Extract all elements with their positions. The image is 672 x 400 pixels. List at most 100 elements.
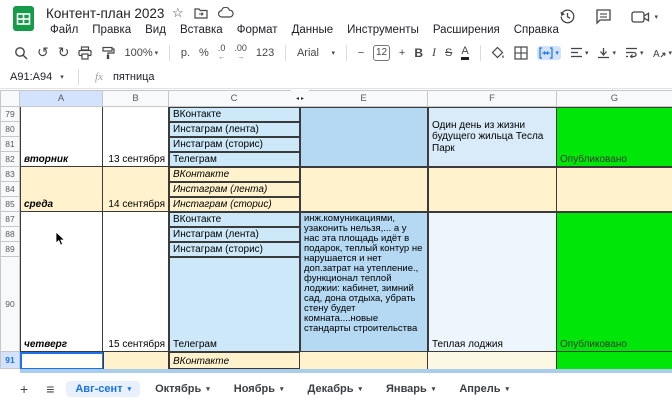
column-header-f[interactable]: F: [428, 90, 557, 107]
row-header[interactable]: 80: [0, 122, 20, 137]
print-icon[interactable]: [78, 45, 93, 60]
cell-date-wednesday[interactable]: 14 сентября: [103, 167, 169, 212]
cell-date-thursday[interactable]: 15 сентября: [103, 212, 169, 352]
column-header-b[interactable]: B: [103, 90, 169, 107]
cell-idea-thursday[interactable]: Теплая лоджия: [428, 212, 557, 352]
meet-dropdown-caret-icon[interactable]: ▾: [654, 13, 658, 21]
menu-view[interactable]: Вид: [139, 23, 172, 37]
row-header[interactable]: 79: [0, 107, 20, 122]
number-format-button[interactable]: 123: [256, 47, 274, 59]
name-box[interactable]: A91:A94 ▾: [0, 71, 76, 83]
menu-insert[interactable]: Вставка: [174, 23, 229, 37]
menu-tools[interactable]: Инструменты: [341, 23, 425, 37]
cell-g91[interactable]: [557, 352, 672, 369]
increase-font-size-button[interactable]: +: [399, 47, 405, 59]
cell-idea-wednesday[interactable]: [428, 167, 557, 212]
cell-channel[interactable]: Инстаграм (лента): [169, 122, 300, 137]
cell-channel[interactable]: Инстаграм (сторис): [169, 242, 300, 257]
cell-channel[interactable]: Инстаграм (сторис): [169, 137, 300, 152]
column-header-c[interactable]: C: [169, 90, 300, 107]
cell-status-tuesday[interactable]: Опубликовано: [557, 107, 672, 167]
decrease-decimal-button[interactable]: .0 ←: [218, 43, 226, 61]
bold-button[interactable]: B: [414, 46, 423, 60]
row-header[interactable]: 82: [0, 152, 20, 167]
row-header-selected[interactable]: 91: [0, 352, 20, 369]
menu-format[interactable]: Формат: [231, 23, 284, 37]
star-icon[interactable]: ☆: [172, 5, 184, 21]
all-sheets-icon[interactable]: ≡: [40, 381, 60, 397]
version-history-icon[interactable]: [559, 8, 576, 25]
font-family-selector[interactable]: Arial ▾: [297, 47, 335, 59]
horizontal-align-icon[interactable]: ▾: [570, 47, 588, 58]
cell-channel[interactable]: ВКонтакте: [169, 107, 300, 122]
add-sheet-icon[interactable]: +: [14, 381, 34, 397]
column-header-e[interactable]: E: [300, 90, 428, 107]
sheet-tab[interactable]: Ноябрь ▾: [225, 381, 293, 397]
row-header[interactable]: 85: [0, 197, 20, 212]
sheet-tab[interactable]: Апрель ▾: [450, 381, 518, 397]
redo-icon[interactable]: ↻: [58, 44, 70, 61]
strikethrough-button[interactable]: S: [445, 47, 452, 59]
hidden-column-d-indicator[interactable]: ◂ ▸: [291, 90, 309, 107]
cell-b91[interactable]: [103, 352, 169, 369]
cell-channel[interactable]: Инстаграм (лента): [169, 182, 300, 197]
decrease-font-size-button[interactable]: −: [358, 47, 364, 59]
column-header-g[interactable]: G: [557, 90, 672, 107]
cell-channel[interactable]: ВКонтакте: [169, 212, 300, 227]
cell-channel[interactable]: Телеграм: [169, 152, 300, 167]
cell-day-tuesday[interactable]: вторник: [20, 107, 103, 167]
row-header[interactable]: 90: [0, 257, 20, 352]
menu-extensions[interactable]: Расширения: [427, 23, 506, 37]
cell-f91[interactable]: [428, 352, 557, 369]
row-header[interactable]: 84: [0, 182, 20, 197]
menu-edit[interactable]: Правка: [86, 23, 137, 37]
merge-cells-icon[interactable]: ▾: [537, 45, 561, 60]
sheets-logo-icon[interactable]: [10, 5, 37, 32]
borders-icon[interactable]: [514, 45, 529, 60]
font-size-input[interactable]: 12: [373, 44, 390, 61]
undo-icon[interactable]: ↺: [37, 44, 49, 61]
cell-channel[interactable]: ВКонтакте: [169, 352, 300, 369]
cell-channel[interactable]: Инстаграм (сторис): [169, 197, 300, 212]
zoom-control[interactable]: 100% ▾: [124, 47, 158, 59]
text-color-button[interactable]: A: [461, 45, 469, 60]
row-header[interactable]: 83: [0, 167, 20, 182]
meet-video-call-icon[interactable]: ▾: [631, 10, 658, 24]
cell-content-tuesday[interactable]: [300, 107, 428, 167]
italic-button[interactable]: I: [432, 45, 436, 60]
currency-format-button[interactable]: р.: [181, 47, 190, 59]
cell-content-thursday[interactable]: инж.комуникациями, узаконить нельзя,... …: [300, 212, 428, 352]
select-all-corner[interactable]: [0, 90, 20, 107]
text-wrapping-icon[interactable]: ▾: [625, 47, 643, 58]
row-header[interactable]: 81: [0, 137, 20, 152]
row-header[interactable]: 88: [0, 227, 20, 242]
row-header[interactable]: 89: [0, 242, 20, 257]
cell-day-wednesday[interactable]: среда: [20, 167, 103, 212]
percent-format-button[interactable]: %: [199, 47, 209, 59]
paint-format-icon[interactable]: [101, 46, 116, 60]
cell-content-wednesday[interactable]: [300, 167, 428, 212]
text-rotation-icon[interactable]: A ▾: [652, 47, 672, 59]
cloud-status-icon[interactable]: [217, 7, 234, 19]
menu-file[interactable]: Файл: [44, 23, 84, 37]
comments-icon[interactable]: [595, 8, 612, 25]
document-title[interactable]: Контент-план 2023: [46, 6, 164, 21]
sheet-tab[interactable]: Январь ▾: [377, 381, 444, 397]
cell-idea-tuesday[interactable]: Один день из жизни будущего жильца Тесла…: [428, 107, 557, 167]
menu-help[interactable]: Справка: [508, 23, 565, 37]
cell-channel[interactable]: Инстаграм (лента): [169, 227, 300, 242]
formula-input[interactable]: пятница: [113, 71, 155, 83]
cell-channel[interactable]: ВКонтакте: [169, 167, 300, 182]
sheet-tab-active[interactable]: Авг-сент ▾: [66, 380, 141, 397]
menu-data[interactable]: Данные: [286, 23, 340, 37]
cell-status-thursday[interactable]: Опубликовано: [557, 212, 672, 352]
cell-channel[interactable]: Телеграм: [169, 257, 300, 352]
sheet-tab[interactable]: Декабрь ▾: [299, 381, 372, 397]
sheet-tab[interactable]: Октябрь ▾: [146, 381, 219, 397]
row-header[interactable]: 87: [0, 212, 20, 227]
increase-decimal-button[interactable]: .00 →: [234, 43, 247, 61]
move-to-folder-icon[interactable]: [194, 7, 208, 19]
fill-color-icon[interactable]: [491, 46, 505, 60]
cell-status-wednesday[interactable]: [557, 167, 672, 212]
vertical-align-icon[interactable]: ▾: [597, 47, 616, 59]
